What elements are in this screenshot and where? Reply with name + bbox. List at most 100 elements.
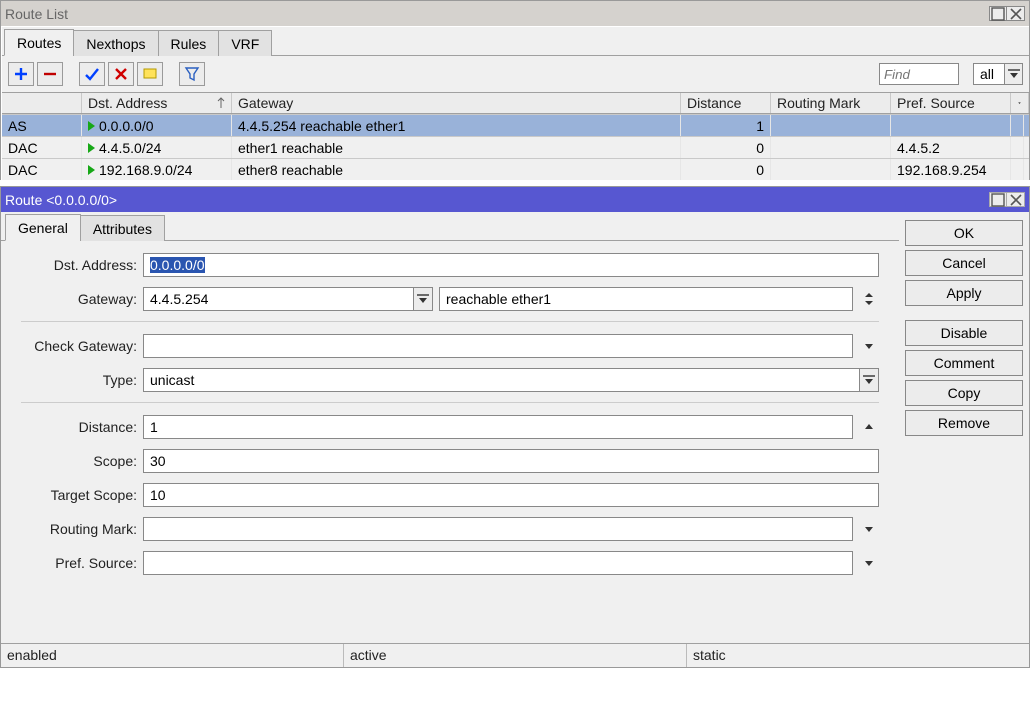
route-list-client: Routes Nexthops Rules VRF [1,26,1029,180]
note-icon [142,66,158,82]
tab-vrf[interactable]: VRF [218,30,272,56]
ok-button[interactable]: OK [905,220,1023,246]
row-gw: ether8 reachable [232,159,681,180]
enable-button[interactable] [79,62,105,86]
scope-label: Scope: [21,453,143,469]
status-static: static [687,644,1029,667]
table-row[interactable]: DAC 192.168.9.0/24 ether8 reachable 0 19… [2,158,1029,180]
distance-input[interactable]: 1 [143,415,853,439]
row-gw: 4.4.5.254 reachable ether1 [232,115,681,136]
comment-button[interactable]: Comment [905,350,1023,376]
distance-label: Distance: [21,419,143,435]
type-input[interactable]: unicast [143,368,859,392]
row-flags: DAC [2,137,82,158]
col-flags[interactable] [2,93,82,113]
filter-combo[interactable]: all [973,63,1023,85]
route-detail-titlebar[interactable]: Route <0.0.0.0/0> [1,187,1029,212]
route-detail-statusbar: enabled active static [1,643,1029,667]
type-dropdown[interactable] [859,368,879,392]
row-dist: 1 [681,115,771,136]
minus-icon [42,66,58,82]
window-close-button[interactable] [1007,6,1025,21]
route-detail-buttons: OK Cancel Apply Disable Comment Copy Rem… [899,212,1029,643]
sort-asc-icon [217,97,225,109]
row-flags: DAC [2,159,82,180]
routing-mark-input[interactable] [143,517,853,541]
window-minimize-button[interactable] [989,6,1007,21]
distance-collapse[interactable] [859,415,879,439]
row-dst: 192.168.9.0/24 [82,159,232,180]
minimize-icon [990,192,1006,208]
gateway-toggle[interactable] [859,287,879,311]
tab-rules[interactable]: Rules [158,30,220,56]
row-psrc: 192.168.9.254 [891,159,1011,180]
plus-icon [13,66,29,82]
route-table-header: Dst. Address Gateway Distance Routing Ma… [2,92,1029,114]
apply-button[interactable]: Apply [905,280,1023,306]
cancel-button[interactable]: Cancel [905,250,1023,276]
copy-button[interactable]: Copy [905,380,1023,406]
row-flags: AS [2,115,82,136]
filter-arrow[interactable] [1004,64,1022,84]
col-dist[interactable]: Distance [681,93,771,113]
check-gateway-expand[interactable] [859,334,879,358]
col-dst[interactable]: Dst. Address [82,93,232,113]
comment-button[interactable] [137,62,163,86]
find-input[interactable] [879,63,959,85]
filter-button[interactable] [179,62,205,86]
type-label: Type: [21,372,143,388]
gateway-dropdown[interactable] [413,287,433,311]
close-icon [1008,192,1024,208]
route-list-window: Route List Routes Nexthops Rules VRF [0,0,1030,180]
route-list-titlebar[interactable]: Route List [1,1,1029,26]
funnel-icon [184,66,200,82]
col-rmark[interactable]: Routing Mark [771,93,891,113]
target-scope-input[interactable]: 10 [143,483,879,507]
check-icon [84,66,100,82]
pref-source-label: Pref. Source: [21,555,143,571]
row-dist: 0 [681,137,771,158]
gateway-input[interactable]: 4.4.5.254 [143,287,413,311]
tab-attributes[interactable]: Attributes [80,215,165,241]
chevron-down-icon [861,338,877,354]
row-gw: ether1 reachable [232,137,681,158]
routing-mark-expand[interactable] [859,517,879,541]
updown-icon [861,291,877,307]
disable-button[interactable]: Disable [905,320,1023,346]
route-detail-form: Dst. Address: 0.0.0.0/0 Gateway: 4.4.5.2… [1,241,899,643]
remove-button[interactable]: Remove [905,410,1023,436]
filter-value: all [974,66,1004,82]
active-icon [88,143,95,153]
window-minimize-button[interactable] [989,192,1007,207]
overline-down-icon [1006,66,1022,82]
row-psrc: 4.4.5.2 [891,137,1011,158]
tab-routes[interactable]: Routes [4,29,74,56]
table-row[interactable]: AS 0.0.0.0/0 4.4.5.254 reachable ether1 … [2,114,1029,136]
add-button[interactable] [8,62,34,86]
dst-address-label: Dst. Address: [21,257,143,273]
remove-button[interactable] [37,62,63,86]
divider [21,321,879,322]
col-picker[interactable] [1011,93,1029,113]
window-close-button[interactable] [1007,192,1025,207]
chevron-down-icon [861,555,877,571]
table-row[interactable]: DAC 4.4.5.0/24 ether1 reachable 0 4.4.5.… [2,136,1029,158]
chevron-down-icon [861,521,877,537]
pref-source-expand[interactable] [859,551,879,575]
route-detail-window: Route <0.0.0.0/0> General Attributes Dst… [0,186,1030,668]
dst-address-input[interactable]: 0.0.0.0/0 [143,253,879,277]
pref-source-input[interactable] [143,551,853,575]
row-rmark [771,159,891,180]
check-gateway-input[interactable] [143,334,853,358]
divider [21,402,879,403]
col-psrc[interactable]: Pref. Source [891,93,1011,113]
overline-down-icon [861,372,877,388]
chevron-up-icon [861,419,877,435]
tab-nexthops[interactable]: Nexthops [73,30,158,56]
disable-button[interactable] [108,62,134,86]
row-scope: Scope: 30 [21,447,879,475]
scope-input[interactable]: 30 [143,449,879,473]
col-gw[interactable]: Gateway [232,93,681,113]
tab-general[interactable]: General [5,214,81,241]
target-scope-label: Target Scope: [21,487,143,503]
